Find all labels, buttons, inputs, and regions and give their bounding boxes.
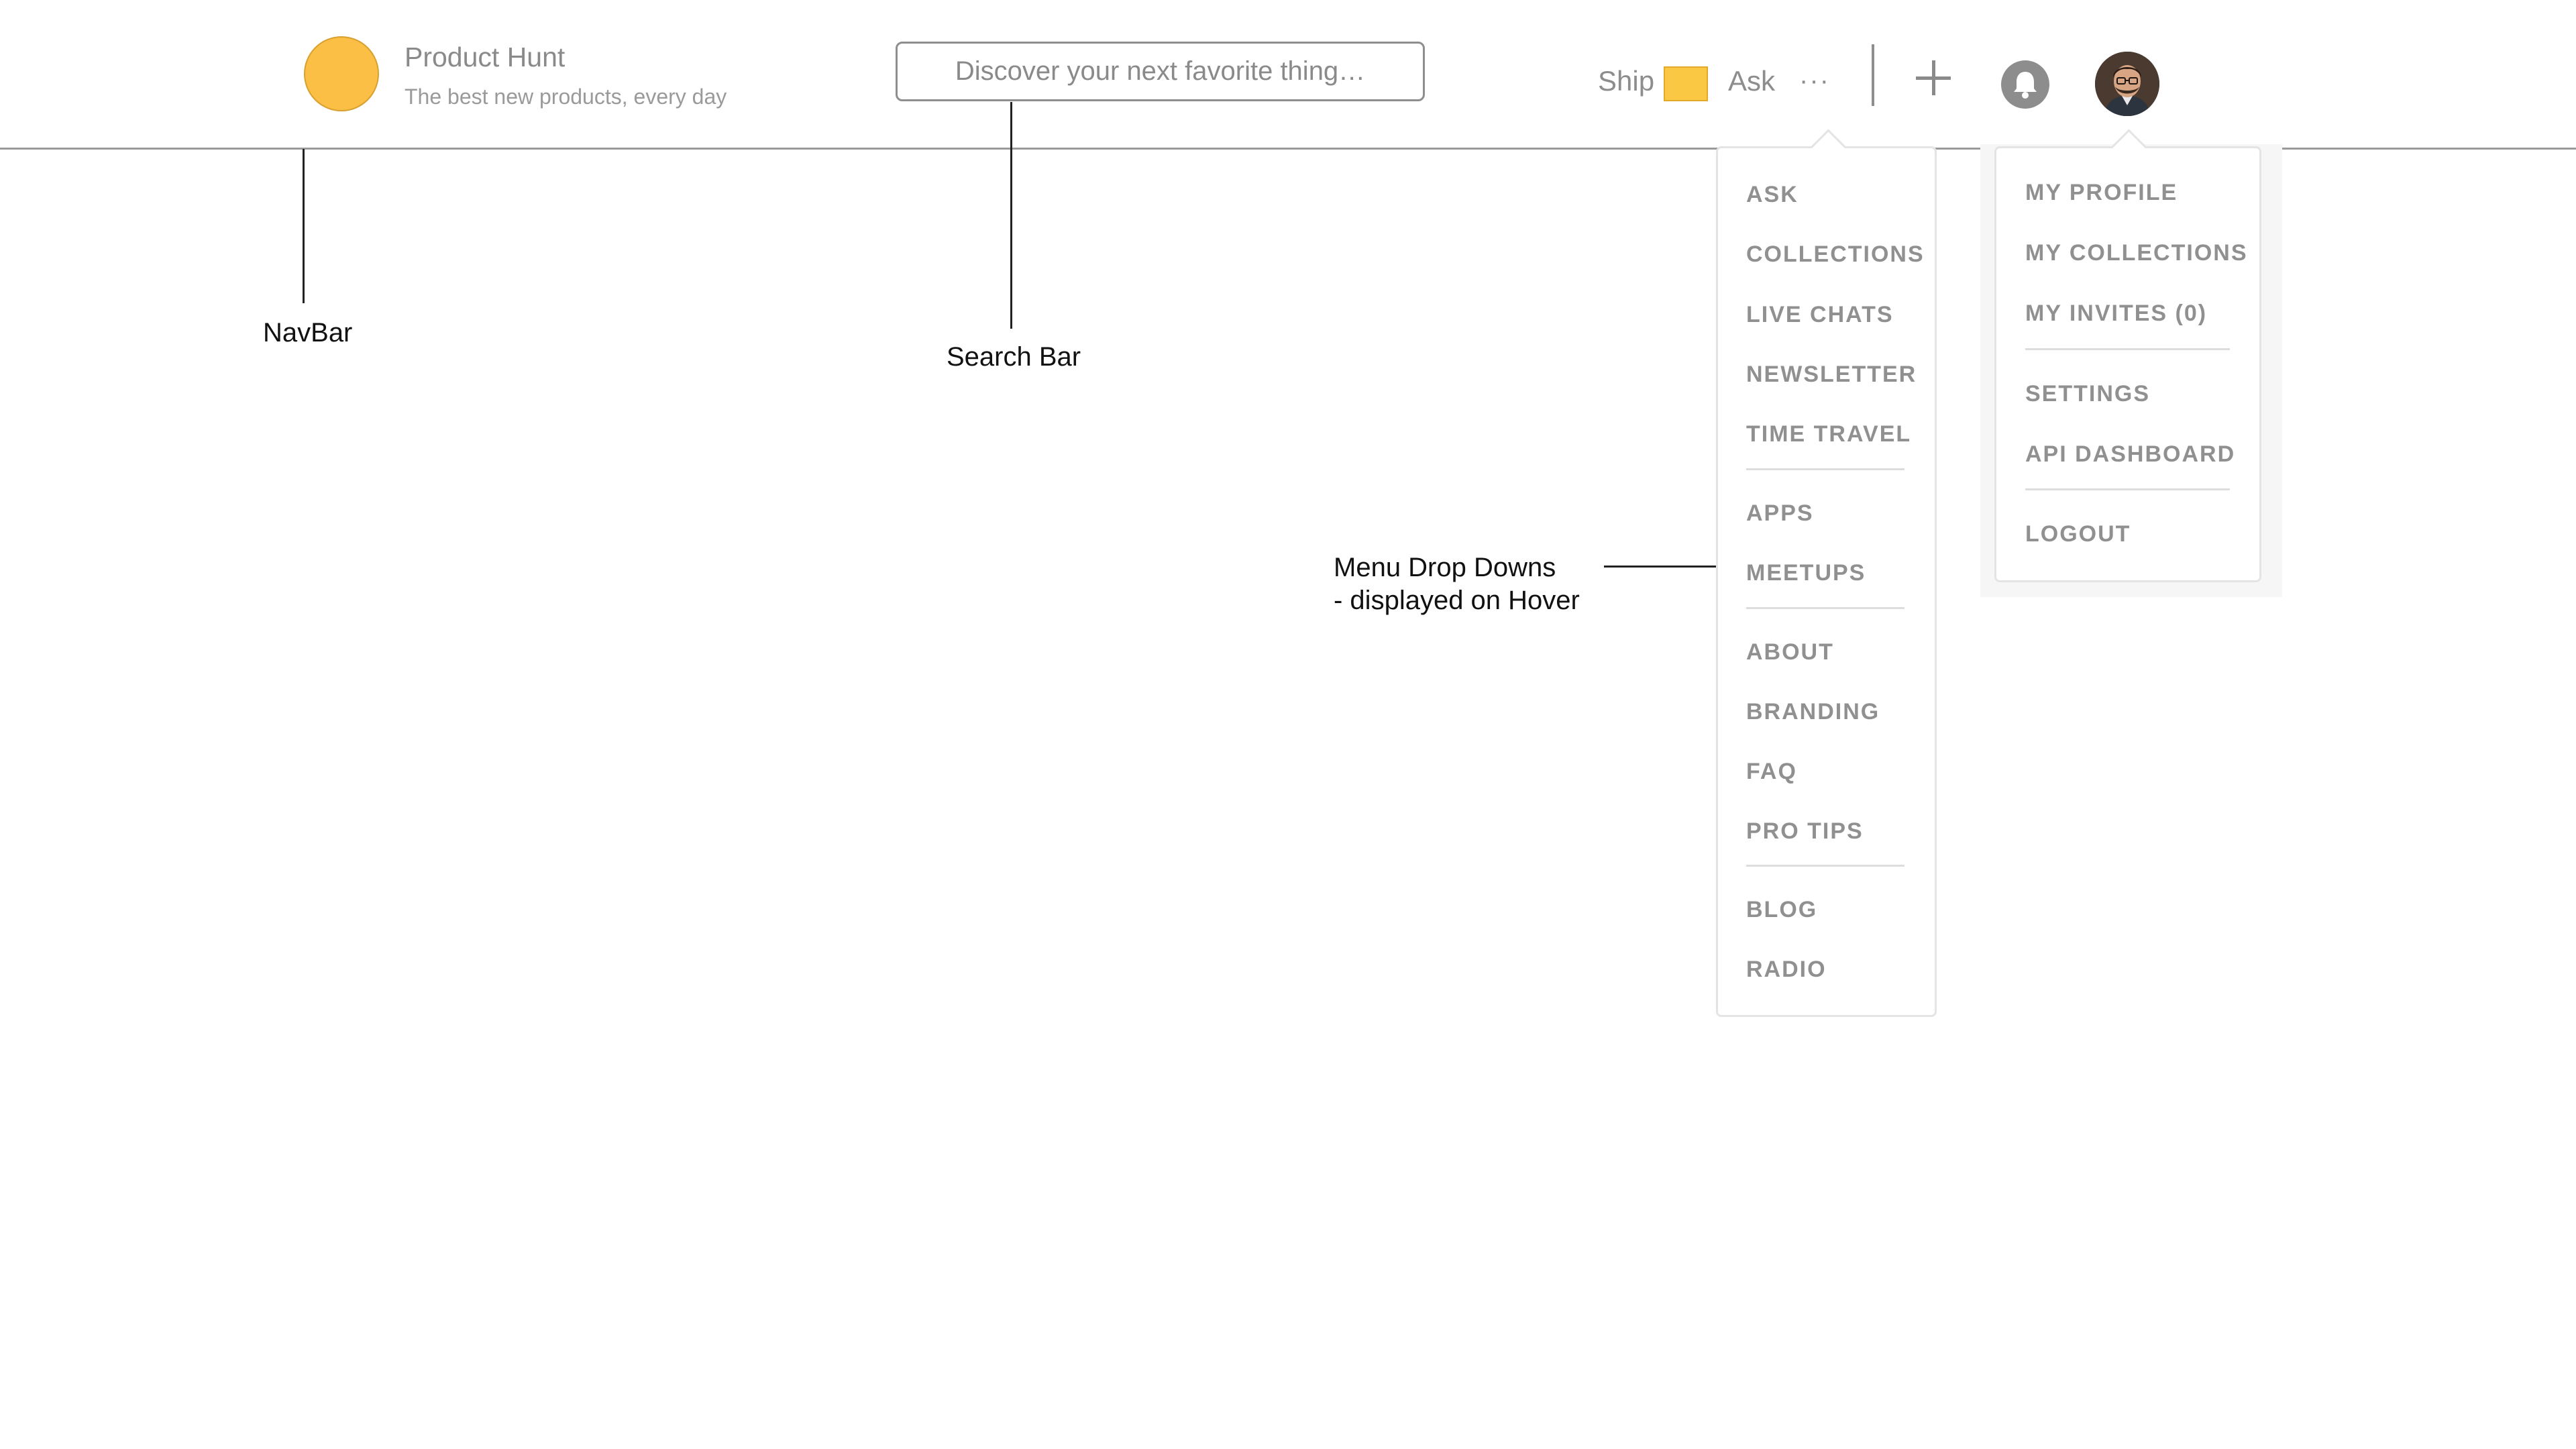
menus-leader-line: [1604, 566, 1716, 568]
menu-separator: [2025, 488, 2230, 490]
menu-separator: [1746, 865, 1904, 867]
menu-item-apps[interactable]: APPS: [1746, 500, 1814, 527]
menus-annotation-line2: - displayed on Hover: [1334, 586, 1580, 615]
menu-item-newsletter[interactable]: NEWSLETTER: [1746, 362, 1917, 388]
navbar-leader-line: [303, 149, 305, 303]
logo[interactable]: [304, 36, 379, 111]
menu-separator: [1746, 468, 1904, 470]
menu-item-my-profile[interactable]: MY PROFILE: [2025, 180, 2178, 206]
menus-annotation-line1: Menu Drop Downs: [1334, 553, 1556, 582]
menu-item-my-collections[interactable]: MY COLLECTIONS: [2025, 240, 2248, 266]
menu-item-pro-tips[interactable]: PRO TIPS: [1746, 818, 1864, 845]
ship-badge[interactable]: [1664, 66, 1708, 101]
menu-item-collections[interactable]: COLLECTIONS: [1746, 241, 1925, 268]
nav-ship-link[interactable]: Ship: [1598, 65, 1654, 97]
user-dropdown-menu: [1994, 146, 2261, 582]
brand-title[interactable]: Product Hunt: [405, 42, 565, 73]
menu-item-settings[interactable]: SETTINGS: [2025, 381, 2150, 407]
search-leader-line: [1010, 102, 1012, 329]
menu-item-ask[interactable]: ASK: [1746, 182, 1799, 208]
menu-separator: [2025, 348, 2230, 350]
more-menu-icon[interactable]: ···: [1799, 66, 1830, 96]
menu-item-time-travel[interactable]: TIME TRAVEL: [1746, 421, 1911, 447]
menu-item-radio[interactable]: RADIO: [1746, 957, 1827, 983]
bell-icon[interactable]: [2001, 60, 2049, 109]
menu-item-logout[interactable]: LOGOUT: [2025, 521, 2131, 547]
brand-tagline: The best new products, every day: [405, 85, 727, 109]
menu-item-api-dashboard[interactable]: API DASHBOARD: [2025, 441, 2235, 468]
menu-item-meetups[interactable]: MEETUPS: [1746, 560, 1866, 586]
menu-separator: [1746, 607, 1904, 609]
header-divider: [1872, 44, 1874, 106]
menu-item-faq[interactable]: FAQ: [1746, 759, 1797, 785]
menu-item-live-chats[interactable]: LIVE CHATS: [1746, 302, 1894, 328]
search-input[interactable]: [896, 42, 1425, 101]
menu-item-my-invites[interactable]: MY INVITES (0): [2025, 301, 2207, 327]
search-bar-annotation: Search Bar: [947, 342, 1081, 372]
nav-ask-link[interactable]: Ask: [1728, 65, 1775, 97]
navbar-annotation: NavBar: [263, 318, 353, 347]
avatar[interactable]: [2095, 52, 2159, 116]
menu-item-branding[interactable]: BRANDING: [1746, 699, 1880, 725]
menu-item-blog[interactable]: BLOG: [1746, 897, 1817, 923]
menu-item-about[interactable]: ABOUT: [1746, 639, 1834, 665]
plus-icon[interactable]: [1916, 60, 1951, 95]
